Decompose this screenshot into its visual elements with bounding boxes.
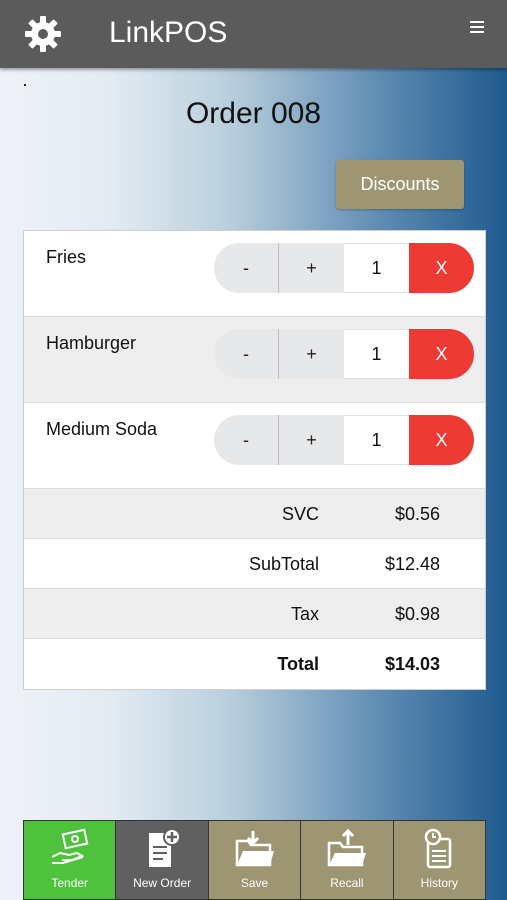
quantity-stepper: - + 1 X xyxy=(214,329,474,379)
tax-label: Tax xyxy=(290,604,319,624)
quantity-field[interactable]: 1 xyxy=(344,243,409,293)
increment-button[interactable]: + xyxy=(279,329,344,379)
subtotal-value: $12.48 xyxy=(384,554,440,574)
order-item-row: Hamburger - + 1 X xyxy=(24,317,485,403)
hamburger-menu-icon[interactable] xyxy=(470,21,484,34)
tax-value: $0.98 xyxy=(394,604,440,624)
save-folder-icon xyxy=(235,831,274,867)
subtotal-row: SubTotal $12.48 xyxy=(24,539,485,589)
quantity-field[interactable]: 1 xyxy=(344,329,409,379)
tab-label: Tender xyxy=(51,876,89,890)
new-order-icon xyxy=(149,828,182,867)
bottom-action-bar: Tender New Order Save Recall History xyxy=(23,820,486,900)
item-name: Fries xyxy=(46,247,86,267)
tax-row: Tax $0.98 xyxy=(24,589,485,639)
svc-label: SVC xyxy=(281,504,319,524)
top-bar: LinkPOS xyxy=(0,0,507,68)
decrement-button[interactable]: - xyxy=(214,329,279,379)
item-name: Medium Soda xyxy=(46,419,158,439)
total-row: Total $14.03 xyxy=(24,639,485,689)
history-tab[interactable]: History xyxy=(393,821,486,899)
quantity-stepper: - + 1 X xyxy=(214,415,474,465)
app-title: LinkPOS xyxy=(109,16,228,49)
stray-dot xyxy=(24,84,26,86)
discounts-button[interactable]: Discounts xyxy=(336,160,464,209)
subtotal-label: SubTotal xyxy=(248,554,319,574)
total-value: $14.03 xyxy=(384,654,440,674)
history-icon xyxy=(425,828,452,869)
tab-label: History xyxy=(420,876,458,890)
save-tab[interactable]: Save xyxy=(208,821,302,899)
item-name: Hamburger xyxy=(46,333,137,353)
total-label: Total xyxy=(277,654,319,674)
remove-item-button[interactable]: X xyxy=(409,329,474,379)
decrement-button[interactable]: - xyxy=(214,415,279,465)
decrement-button[interactable]: - xyxy=(214,243,279,293)
tab-label: New Order xyxy=(133,876,192,890)
tender-tab[interactable]: Tender xyxy=(24,821,117,899)
tender-icon xyxy=(51,828,89,864)
order-title: Order 008 xyxy=(185,97,322,130)
recall-folder-icon xyxy=(327,828,366,867)
order-panel: Fries - + 1 X Hamburger - + 1 X Medium S… xyxy=(23,230,486,690)
svc-row: SVC $0.56 xyxy=(24,489,485,539)
new-order-tab[interactable]: New Order xyxy=(116,821,209,899)
tab-label: Save xyxy=(240,876,269,890)
recall-tab[interactable]: Recall xyxy=(301,821,394,899)
quantity-stepper: - + 1 X xyxy=(214,243,474,293)
remove-item-button[interactable]: X xyxy=(409,243,474,293)
order-item-row: Fries - + 1 X xyxy=(24,231,485,317)
increment-button[interactable]: + xyxy=(279,243,344,293)
quantity-field[interactable]: 1 xyxy=(344,415,409,465)
order-item-row: Medium Soda - + 1 X xyxy=(24,403,485,489)
svc-value: $0.56 xyxy=(394,504,440,524)
tab-label: Recall xyxy=(330,876,364,890)
gear-icon[interactable] xyxy=(24,15,62,53)
increment-button[interactable]: + xyxy=(279,415,344,465)
remove-item-button[interactable]: X xyxy=(409,415,474,465)
